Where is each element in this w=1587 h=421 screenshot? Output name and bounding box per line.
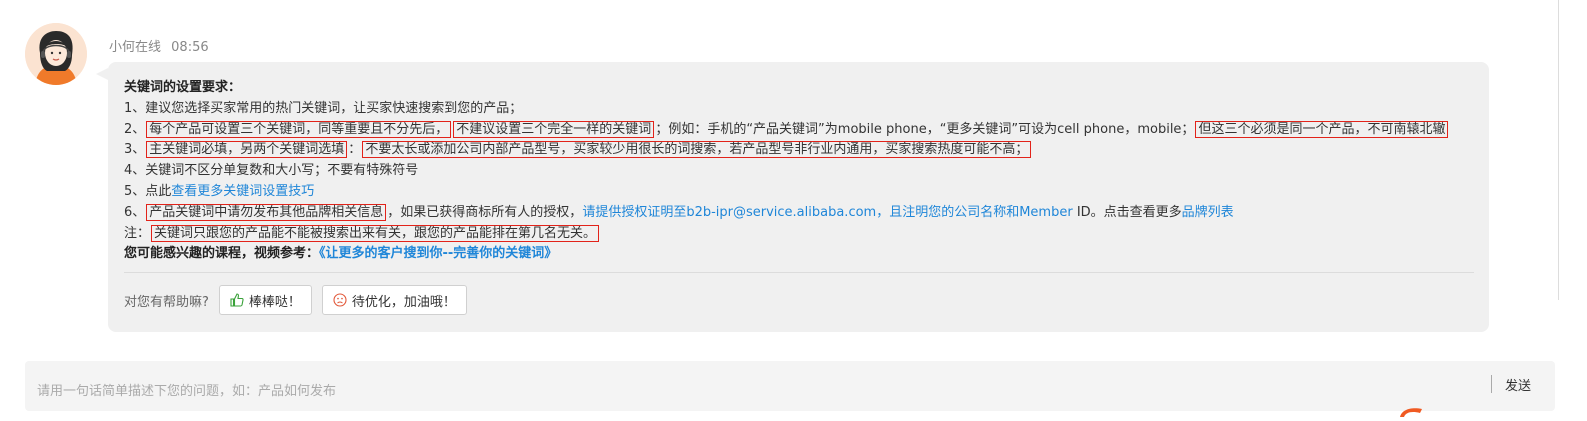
agent-name: 小何在线 — [109, 40, 162, 55]
feedback-bar: 对您有帮助嘛? 棒棒哒！ 待优化，加油哦！ — [124, 285, 1473, 316]
send-button[interactable]: 发送 — [1505, 375, 1531, 394]
highlight-box: 不要太长或添加公司内部产品型号，买家较少用很长的词搜索，若产品型号非行业内通用，… — [362, 141, 1032, 159]
message-bubble: 关键词的设置要求： 1、建议您选择买家常用的热门关键词，让买家快速搜索到您的产品… — [96, 62, 1489, 332]
message-line-5: 5、点此查看更多关键词设置技巧 — [124, 182, 1473, 203]
highlight-box: 主关键词必填，另两个关键词选填 — [146, 141, 348, 159]
course-video-link[interactable]: 《让更多的客户搜到你--完善你的关键词》 — [319, 246, 557, 261]
message-content: 关键词的设置要求： 1、建议您选择买家常用的热门关键词，让买家快速搜索到您的产品… — [124, 78, 1473, 265]
keyword-tips-link[interactable]: 查看更多关键词设置技巧 — [171, 184, 314, 199]
line-3-prefix: 3、 — [124, 142, 146, 158]
composer-input[interactable]: 请用一句话简单描述下您的问题，如：产品如何发布 — [37, 380, 336, 399]
bubble-divider — [124, 272, 1474, 274]
brand-list-link[interactable]: 品牌列表 — [1182, 205, 1234, 220]
message-time: 08:56 — [171, 40, 209, 55]
highlight-box: 但这三个必须是同一个产品，不可南辕北辙 — [1195, 120, 1449, 138]
authorization-email-link[interactable]: 请提供授权证明至b2b-ipr@service.alibaba.com，且注明您… — [582, 205, 1072, 220]
sad-face-icon — [333, 293, 347, 307]
highlight-box: 每个产品可设置三个关键词，同等重要且不分先后， — [146, 120, 452, 138]
message-title: 关键词的设置要求： — [124, 80, 242, 95]
message-composer[interactable]: 请用一句话简单描述下您的问题，如：产品如何发布 发送 — [25, 361, 1555, 411]
thumbs-up-icon — [230, 293, 244, 307]
corner-logo-icon — [1398, 402, 1424, 417]
highlight-box: 产品关键词中请勿发布其他品牌相关信息 — [146, 203, 387, 221]
composer-divider — [1491, 375, 1492, 393]
line-5-prefix: 5、点此 — [124, 183, 172, 199]
course-label: 您可能感兴趣的课程，视频参考： — [124, 246, 320, 262]
agent-avatar-icon — [25, 23, 87, 85]
message-meta: 小何在线 08:56 — [109, 36, 209, 55]
feedback-bad-button[interactable]: 待优化，加油哦！ — [321, 285, 467, 316]
line-6-prefix: 6、 — [124, 204, 146, 220]
message-line-1: 1、建议您选择买家常用的热门关键词，让买家快速搜索到您的产品； — [124, 100, 523, 116]
feedback-good-button[interactable]: 棒棒哒！ — [218, 285, 312, 316]
message-note: 注： 关键词只跟您的产品能不能被搜索出来有关，跟您的产品能排在第几名无关。 — [124, 224, 1473, 245]
feedback-bad-label: 待优化，加油哦！ — [351, 294, 456, 310]
scrollbar[interactable] — [1558, 0, 1569, 300]
feedback-good-label: 棒棒哒！ — [248, 294, 301, 310]
message-line-2: 2、 每个产品可设置三个关键词，同等重要且不分先后， 不建议设置三个完全一样的关键词… — [124, 120, 1473, 141]
line-6-text: ，如果已获得商标所有人的授权， — [387, 204, 583, 220]
line-2-text: ；例如：手机的“产品关键词”为mobile phone，“更多关键词”可设为ce… — [655, 121, 1195, 137]
message-course: 您可能感兴趣的课程，视频参考：《让更多的客户搜到你--完善你的关键词》 — [124, 244, 1473, 265]
line-6-text-2: ID。点击查看更多 — [1072, 204, 1182, 220]
highlight-box: 关键词只跟您的产品能不能被搜索出来有关，跟您的产品能排在第几名无关。 — [151, 224, 600, 242]
message-line-4: 4、关键词不区分单复数和大小写；不要有特殊符号 — [124, 163, 419, 179]
line-2-prefix: 2、 — [124, 121, 146, 137]
line-3-colon: ： — [348, 142, 362, 158]
message-line-6: 6、 产品关键词中请勿发布其他品牌相关信息 ，如果已获得商标所有人的授权，请提供授权… — [124, 203, 1473, 224]
note-prefix: 注： — [124, 225, 151, 241]
message-line-3: 3、 主关键词必填，另两个关键词选填：不要太长或添加公司内部产品型号，买家较少用很… — [124, 140, 1473, 161]
agent-avatar — [25, 23, 87, 85]
highlight-box: 不建议设置三个完全一样的关键词 — [453, 120, 655, 138]
feedback-question: 对您有帮助嘛? — [124, 294, 209, 310]
